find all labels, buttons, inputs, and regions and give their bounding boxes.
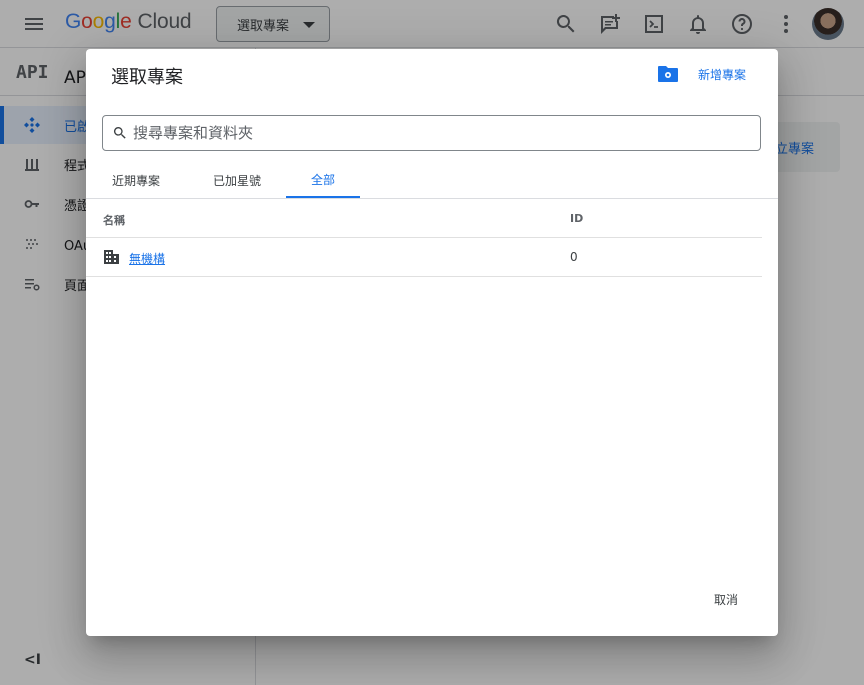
dialog-title: 選取專案	[111, 67, 183, 88]
project-search-box[interactable]	[102, 115, 761, 151]
row-id: 0	[570, 250, 578, 264]
project-search-input[interactable]	[133, 120, 733, 146]
column-header-id[interactable]: ID	[570, 212, 583, 225]
select-project-dialog: 選取專案 新增專案 近期專案 已加星號 全部 名稱 ID 無機構 0 取消	[86, 49, 778, 636]
new-project-button[interactable]: 新增專案	[698, 66, 746, 83]
organization-icon	[104, 250, 119, 264]
table-header: 名稱 ID	[86, 199, 762, 238]
table-row[interactable]: 無機構 0	[86, 238, 762, 277]
column-header-name[interactable]: 名稱	[103, 212, 125, 228]
row-name-link[interactable]: 無機構	[129, 250, 165, 267]
search-icon	[113, 127, 126, 139]
project-tabs: 近期專案 已加星號 全部	[86, 162, 778, 199]
tab-all[interactable]: 全部	[286, 162, 360, 198]
new-project-folder-icon[interactable]	[657, 65, 679, 83]
tab-starred[interactable]: 已加星號	[198, 162, 276, 198]
tab-recent[interactable]: 近期專案	[100, 162, 172, 198]
cancel-button[interactable]: 取消	[714, 591, 738, 611]
